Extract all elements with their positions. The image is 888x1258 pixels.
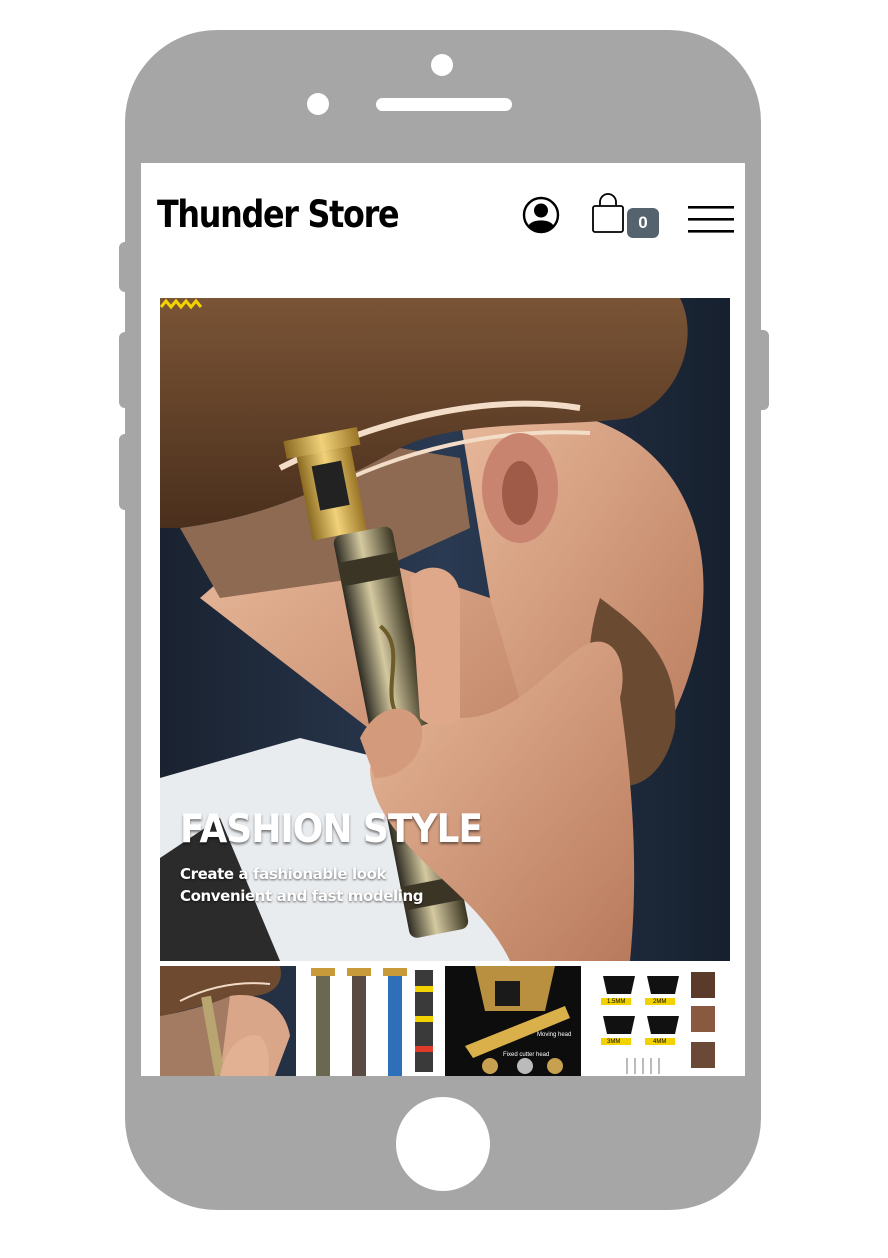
hero-subtitle-line1: Create a fashionable look [180,865,387,883]
hero-product-image[interactable]: FASHION STYLE Create a fashionable look … [160,298,730,961]
phone-home-button[interactable] [396,1097,490,1191]
thumbnail-label-moving-head: Moving head [537,1032,572,1038]
menu-button[interactable] [688,206,734,238]
comb-label-3: 3MM [607,1039,621,1045]
phone-side-button-power [755,330,769,410]
phone-side-button-volume-up [119,332,133,408]
comb-label-4: 4MM [653,1039,667,1045]
screen: Thunder Store 0 FASHION STYLE Create a f… [141,163,745,1076]
phone-camera [431,54,453,76]
accent-wave-icon [160,298,203,310]
thumbnail-image [303,966,438,1076]
menu-icon [688,206,734,233]
hero-title: FASHION STYLE [180,807,483,852]
phone-side-button-mute [119,242,133,292]
account-icon [522,196,560,234]
store-logo[interactable]: Thunder Store [157,193,400,236]
phone-side-button-volume-down [119,434,133,510]
thumbnail-1[interactable] [160,966,296,1076]
thumbnail-3[interactable]: Moving head Fixed cutter head [445,966,581,1076]
thumbnail-image [445,966,581,1076]
thumbnail-image [160,966,296,1076]
cart-button[interactable] [591,193,627,239]
thumbnail-image [587,966,723,1076]
thumbnail-4[interactable]: 1.5MM 2MM 3MM 4MM [587,966,723,1076]
phone-speaker [376,98,512,111]
thumbnail-2[interactable] [303,966,438,1076]
phone-sensor [307,93,329,115]
barber-photo [160,298,730,961]
comb-label-2: 2MM [653,999,667,1005]
shopping-bag-icon [592,193,624,233]
comb-label-1: 1.5MM [607,999,626,1005]
cart-count-badge[interactable]: 0 [627,208,659,238]
hero-subtitle-line2: Convenient and fast modeling [180,887,424,905]
account-button[interactable] [522,196,560,238]
thumbnail-label-fixed-head: Fixed cutter head [503,1052,550,1058]
